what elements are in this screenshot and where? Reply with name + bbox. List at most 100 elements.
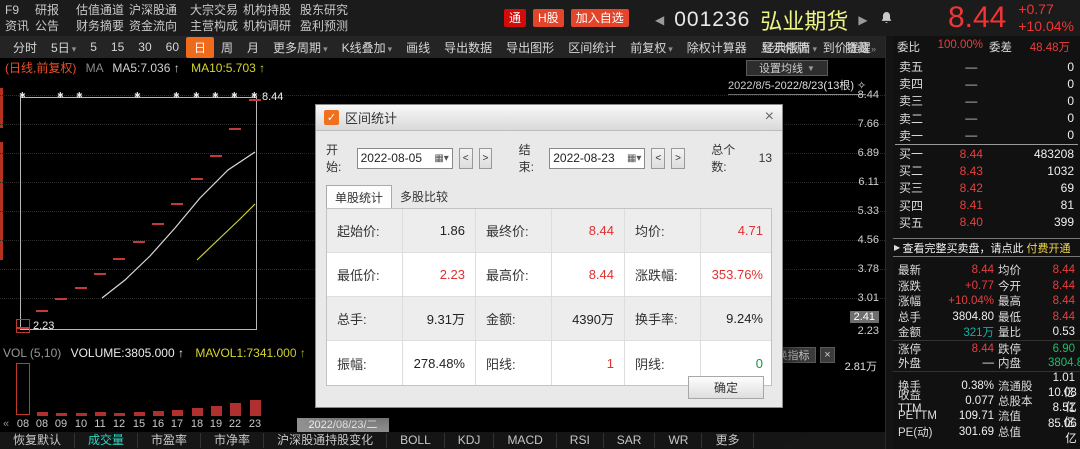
badge-tong[interactable]: 通	[504, 9, 526, 27]
collapse-arrow-icon[interactable]: ▶	[894, 243, 900, 252]
toolbar-item[interactable]: 5日▾	[44, 37, 83, 58]
volume-bar	[114, 413, 125, 416]
rewind-icon[interactable]: «	[3, 418, 9, 430]
ma-settings-dropdown[interactable]: 设置均线▼	[746, 60, 828, 76]
stat-label: 流值	[998, 408, 1048, 424]
classic-layout-dropdown[interactable]: 经典版面▾	[755, 37, 824, 58]
hide-panel-button[interactable]: 隐藏»	[838, 37, 883, 58]
indicator-tab[interactable]: MACD	[494, 433, 556, 448]
start-date-prev-button[interactable]: <	[459, 148, 473, 169]
stat-label: 总股本	[998, 393, 1048, 409]
indicator-tab[interactable]: 市盈率	[138, 433, 201, 448]
y-axis-label: 5.33	[858, 205, 879, 217]
buy-level-label: 买一	[899, 145, 937, 162]
buy-volume: 1032	[1006, 164, 1075, 178]
menu-item[interactable]: 机构调研	[243, 18, 300, 34]
menu-item[interactable]: 财务摘要	[76, 18, 129, 34]
dialog-title-bar[interactable]: ✓ 区间统计 ×	[316, 105, 782, 131]
toolbar-item[interactable]: 前复权▾	[623, 37, 680, 58]
sell-level-label: 卖五	[899, 58, 937, 75]
buy-price: 8.41	[937, 198, 1006, 212]
toolbar-item[interactable]: 更多周期▾	[266, 37, 335, 58]
last-price: 8.44	[948, 1, 1006, 35]
menu-item[interactable]: 股东研究	[300, 2, 360, 18]
panel-divider	[885, 36, 893, 449]
start-date-next-button[interactable]: >	[479, 148, 493, 169]
volume-bar	[56, 413, 67, 416]
buy-price: 8.44	[937, 147, 1006, 161]
app-logo-icon: ✓	[324, 110, 339, 125]
toolbar-item[interactable]: 60	[159, 38, 186, 56]
x-axis-date: 12	[109, 418, 129, 430]
alert-bell-icon[interactable]	[880, 11, 893, 30]
menu-item[interactable]: 大宗交易	[190, 2, 243, 18]
indicator-tab[interactable]: RSI	[557, 433, 604, 448]
toolbar-item[interactable]: 导出图形	[499, 37, 561, 58]
menu-item[interactable]: 资讯	[5, 18, 35, 34]
toolbar-item[interactable]: 分时	[6, 37, 44, 58]
stat-label: 总手	[898, 309, 944, 325]
toolbar-right: 经典版面▾ 隐藏»	[755, 36, 883, 58]
toolbar-item[interactable]: 画线	[399, 37, 437, 58]
toolbar-item[interactable]: 除权计算器	[680, 37, 754, 58]
pay-unlock-link[interactable]: 付费开通	[1027, 240, 1071, 256]
stat-table-row: 起始价:1.86最终价:8.44均价:4.71	[327, 209, 771, 253]
indicator-tab[interactable]: KDJ	[445, 433, 495, 448]
menu-item[interactable]: F9	[5, 2, 35, 18]
end-date-next-button[interactable]: >	[671, 148, 685, 169]
stock-header: ◀ 001236 弘业期货 ▶	[655, 4, 893, 36]
menu-item[interactable]: 盈利预测	[300, 18, 360, 34]
weibi-header: 委比100.00% 委差48.48万	[897, 39, 1076, 55]
menu-item[interactable]: 沪深股通	[129, 2, 190, 18]
indicator-tab[interactable]: 沪深股通持股变化	[264, 433, 387, 448]
end-date-prev-button[interactable]: <	[651, 148, 665, 169]
indicator-tab[interactable]: 更多	[702, 433, 753, 448]
dialog-tab[interactable]: 单股统计	[326, 185, 392, 208]
stat-table-label: 起始价:	[327, 209, 403, 252]
indicator-tab[interactable]: 市净率	[201, 433, 264, 448]
add-to-watchlist-button[interactable]: 加入自选	[571, 9, 629, 27]
menu-item[interactable]: 公告	[35, 18, 76, 34]
ok-button[interactable]: 确定	[688, 376, 764, 399]
limit-up-candle	[36, 310, 48, 312]
indicator-tab[interactable]: WR	[655, 433, 702, 448]
limit-up-candle	[133, 241, 145, 243]
toolbar-item[interactable]: 周	[214, 37, 240, 58]
calendar-icon[interactable]: ▦▾	[434, 153, 448, 164]
menu-item[interactable]: 机构持股	[243, 2, 300, 18]
toolbar-item[interactable]: 日	[186, 37, 214, 58]
toolbar-item[interactable]: 5	[83, 38, 104, 56]
stat-table-value: 1	[552, 341, 625, 385]
menu-item[interactable]: 主营构成	[190, 18, 243, 34]
indicator-readout: (日线,前复权) MA MA5:7.036 ↑ MA10:5.703 ↑	[5, 59, 265, 76]
stat-row: 金额321万量比0.53	[893, 324, 1080, 340]
menu-item[interactable]: 资金流向	[129, 18, 190, 34]
end-date-input[interactable]: 2022-08-23 ▦▾	[549, 148, 645, 169]
sell-row: 卖一—0	[893, 127, 1080, 144]
toolbar-item[interactable]: K线叠加▾	[335, 37, 400, 58]
next-stock-icon[interactable]: ▶	[858, 13, 867, 27]
volume-bar	[134, 412, 145, 416]
toolbar-item[interactable]: 30	[131, 38, 158, 56]
indicator-tab[interactable]: 恢复默认	[0, 433, 75, 448]
prev-stock-icon[interactable]: ◀	[655, 13, 664, 27]
close-indicator-icon[interactable]: ×	[820, 347, 835, 363]
indicator-tab[interactable]: SAR	[604, 433, 656, 448]
badge-h-share[interactable]: H股	[533, 9, 564, 27]
y-axis-label: 3.01	[858, 292, 879, 304]
toolbar-item[interactable]: 区间统计	[561, 37, 623, 58]
indicator-tab[interactable]: 成交量	[75, 433, 138, 448]
calendar-icon[interactable]: ▦▾	[627, 153, 641, 164]
toolbar-item[interactable]: 月	[240, 37, 266, 58]
dialog-tab[interactable]: 多股比较	[392, 185, 456, 208]
x-axis-date: 16	[148, 418, 168, 430]
close-icon[interactable]: ×	[765, 108, 774, 126]
sell-volume: 0	[1006, 60, 1075, 74]
stat-row: 最新8.44均价8.44	[893, 262, 1080, 278]
menu-item[interactable]: 研报	[35, 2, 76, 18]
menu-item[interactable]: 估值通道	[76, 2, 129, 18]
indicator-tab[interactable]: BOLL	[387, 433, 445, 448]
start-date-input[interactable]: 2022-08-05 ▦▾	[357, 148, 453, 169]
toolbar-item[interactable]: 15	[104, 38, 131, 56]
toolbar-item[interactable]: 导出数据	[437, 37, 499, 58]
